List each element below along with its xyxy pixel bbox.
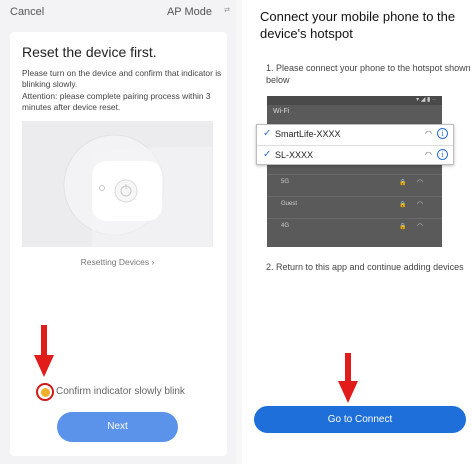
red-arrow-annotation bbox=[34, 325, 54, 377]
wifi-icon: ◠ bbox=[425, 129, 432, 138]
confirm-indicator-row[interactable]: Confirm indicator slowly blink bbox=[36, 382, 226, 402]
hotspot-name: SL-XXXX bbox=[275, 150, 314, 160]
reset-screen: Cancel AP Mode ⇄ Reset the device first.… bbox=[0, 0, 236, 464]
wifi-header: Wi-Fi bbox=[273, 108, 290, 115]
network-name: 4G bbox=[281, 223, 290, 229]
network-row: 5G 🔒 ◠ bbox=[267, 174, 442, 192]
network-name: Guest bbox=[281, 201, 298, 207]
highlighted-hotspot-list: ✓ SmartLife-XXXX ◠ i ✓ SL-XXXX ◠ i bbox=[256, 124, 454, 165]
info-icon[interactable]: i bbox=[437, 149, 448, 160]
network-row: Guest 🔒 ◠ bbox=[267, 196, 442, 214]
instruction-text: Please turn on the device and confirm th… bbox=[22, 68, 222, 89]
wifi-signal-icon: ◠ bbox=[417, 201, 424, 208]
status-bar: ▾ ◢ ▮ ·· bbox=[267, 96, 442, 105]
mode-switch-label[interactable]: AP Mode bbox=[167, 6, 212, 18]
resetting-devices-label: Resetting Devices bbox=[80, 257, 150, 267]
hotspot-name: SmartLife-XXXX bbox=[275, 129, 341, 139]
swap-icon[interactable]: ⇄ bbox=[224, 6, 230, 14]
wifi-signal-icon: ◠ bbox=[417, 223, 424, 230]
wifi-signal-icon: ◠ bbox=[417, 179, 424, 186]
cancel-button[interactable]: Cancel bbox=[10, 6, 44, 18]
check-icon bbox=[41, 388, 50, 397]
info-icon[interactable]: i bbox=[437, 128, 448, 139]
hotspot-row[interactable]: ✓ SL-XXXX ◠ i bbox=[257, 145, 453, 165]
wifi-settings-screenshot: ▾ ◢ ▮ ·· Wi-Fi 5G 🔒 ◠ Guest 🔒 ◠ 4G 🔒 ◠ bbox=[267, 96, 442, 247]
network-name: 5G bbox=[281, 179, 290, 185]
hotspot-row[interactable]: ✓ SmartLife-XXXX ◠ i bbox=[257, 125, 453, 145]
chevron-right-icon: › bbox=[151, 257, 155, 267]
step-two-text: 2. Return to this app and continue addin… bbox=[266, 262, 464, 272]
confirm-label: Confirm indicator slowly blink bbox=[56, 386, 185, 397]
go-to-connect-button[interactable]: Go to Connect bbox=[254, 406, 466, 433]
hotspot-screen: Connect your mobile phone to the device'… bbox=[242, 0, 472, 464]
device-power-illustration bbox=[22, 121, 213, 247]
status-icons: ▾ ◢ ▮ ·· bbox=[416, 97, 436, 103]
top-bar: Cancel AP Mode ⇄ bbox=[0, 0, 236, 28]
next-button[interactable]: Next bbox=[57, 412, 178, 442]
resetting-devices-link[interactable]: Resetting Devices › bbox=[22, 257, 213, 267]
confirm-checkbox[interactable] bbox=[36, 383, 54, 401]
check-icon: ✓ bbox=[263, 149, 272, 160]
attention-text: Attention: please complete pairing proce… bbox=[22, 91, 211, 112]
page-title: Reset the device first. bbox=[22, 44, 157, 60]
lock-icon: 🔒 bbox=[399, 202, 407, 208]
wifi-icon: ◠ bbox=[425, 150, 432, 159]
red-arrow-annotation bbox=[338, 353, 358, 403]
check-icon: ✓ bbox=[263, 128, 272, 139]
network-row: 4G 🔒 ◠ bbox=[267, 218, 442, 236]
step-one-text: 1. Please connect your phone to the hots… bbox=[266, 63, 471, 85]
lock-icon: 🔒 bbox=[399, 224, 407, 230]
lock-icon: 🔒 bbox=[399, 180, 407, 186]
page-title: Connect your mobile phone to the device'… bbox=[260, 9, 456, 41]
